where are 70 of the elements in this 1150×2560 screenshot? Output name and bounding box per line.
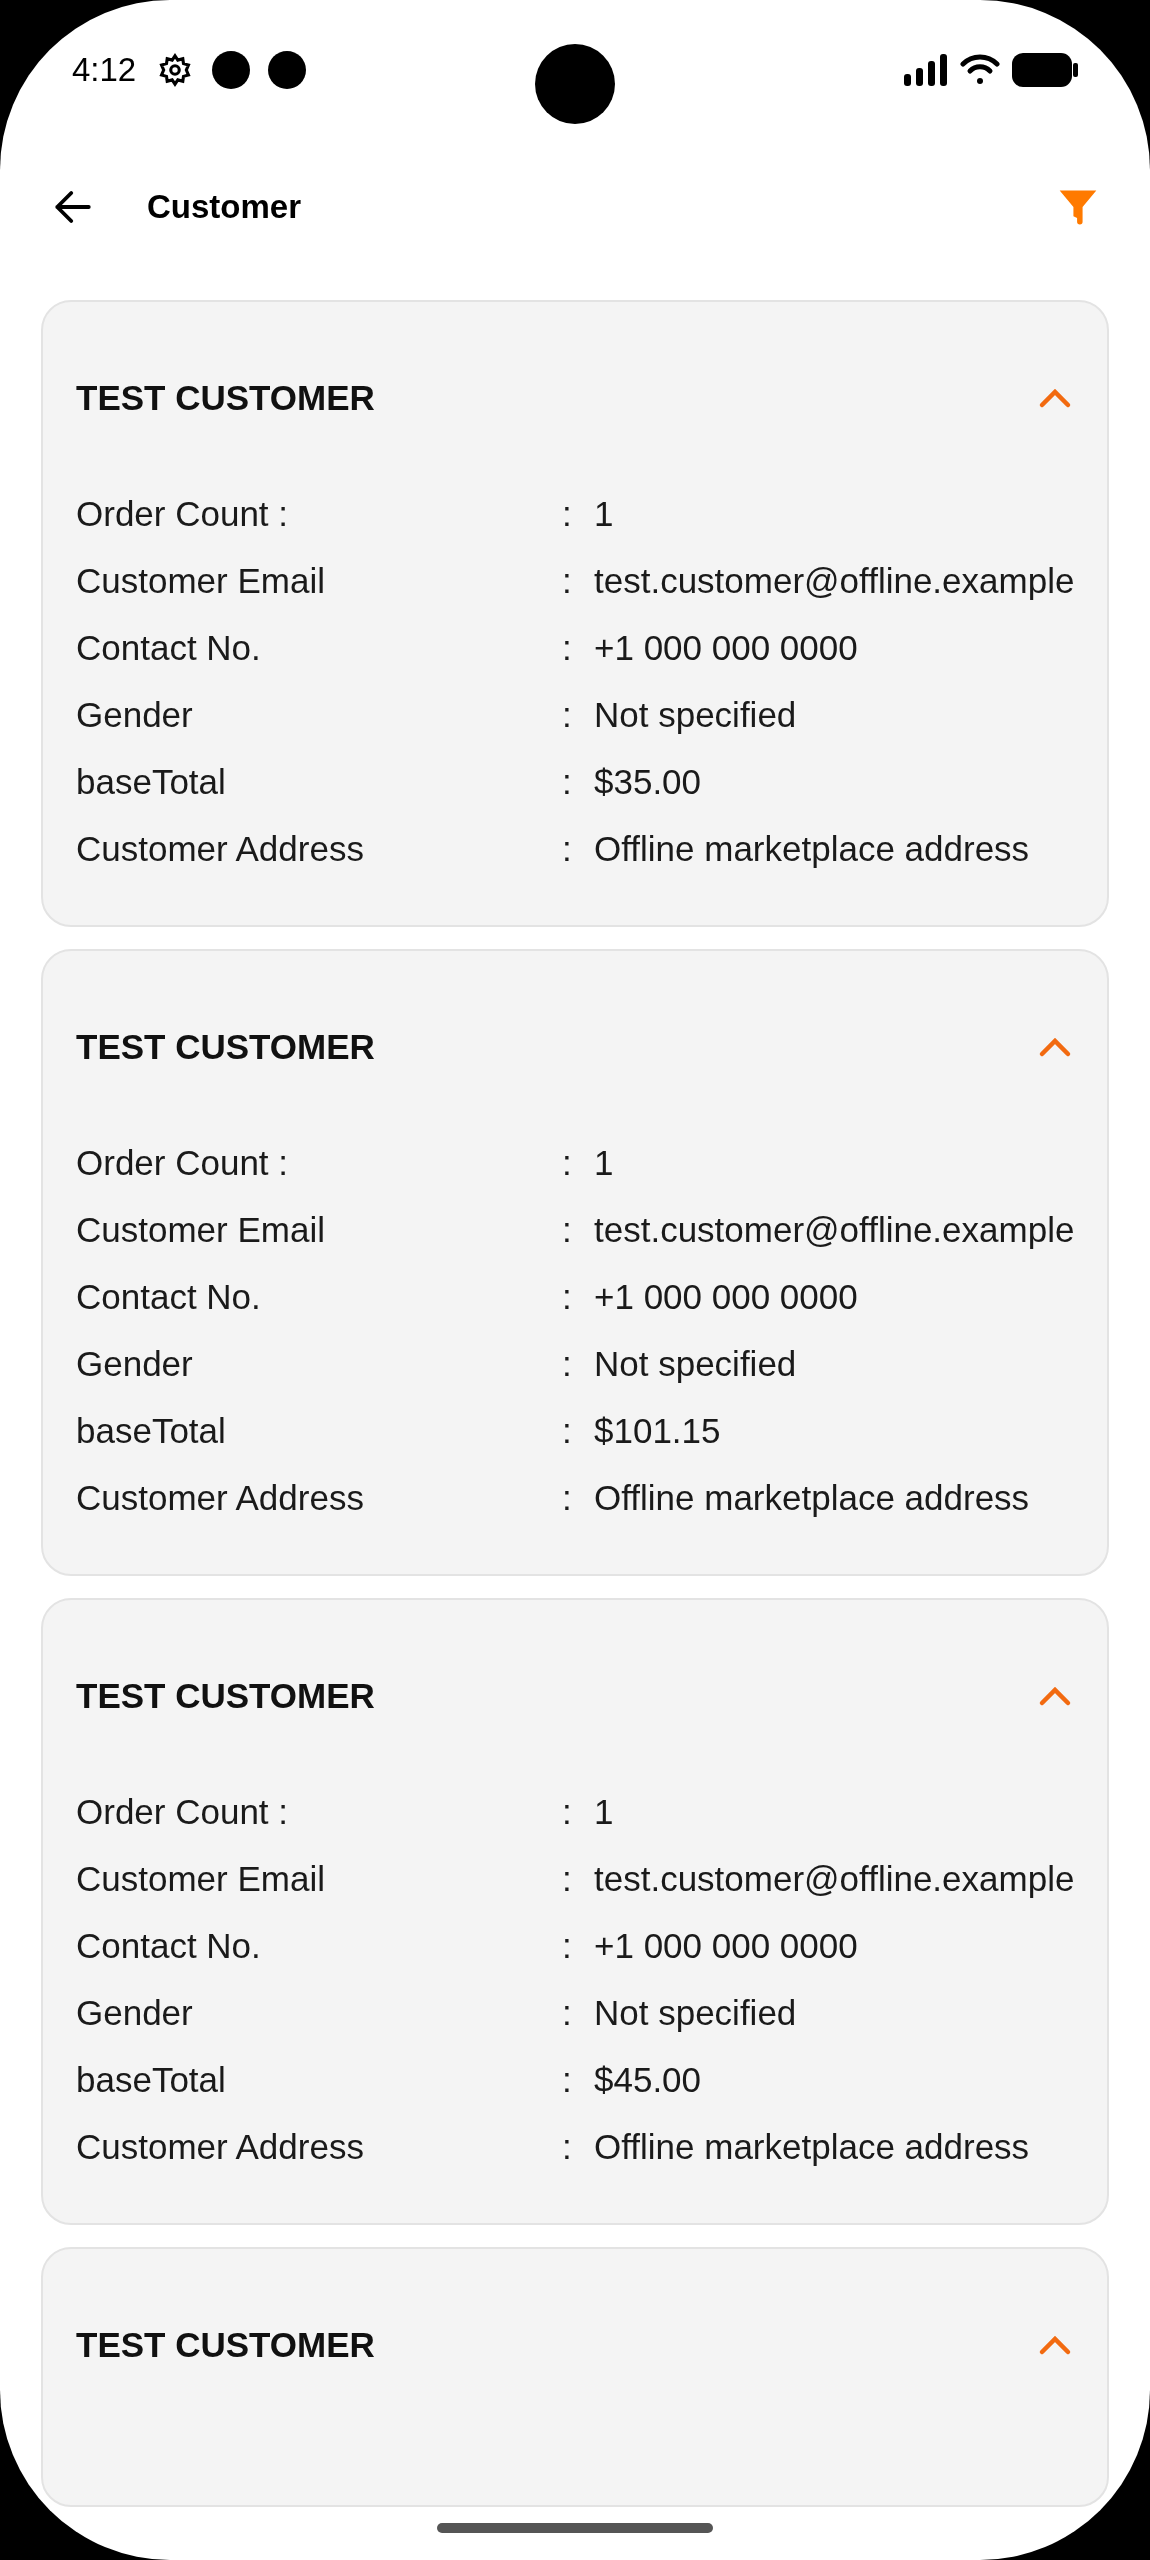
field-label: baseTotal <box>76 761 227 803</box>
page-title: Customer <box>147 187 302 228</box>
separator-colon: : <box>562 761 573 803</box>
field-label: Gender <box>76 1343 194 1385</box>
separator-colon: : <box>562 1343 573 1385</box>
separator-colon: : <box>562 560 573 602</box>
chevron-up-icon <box>1038 387 1072 409</box>
signal-icon <box>904 54 948 86</box>
field-label: Contact No. <box>76 1925 262 1967</box>
field-value: $45.00 <box>594 2059 703 2101</box>
field-value: 1 <box>594 493 615 535</box>
chevron-up-icon <box>1038 1036 1072 1058</box>
field-label: Order Count : <box>76 493 290 535</box>
separator-colon: : <box>562 1142 573 1184</box>
field-value: 1 <box>594 1142 615 1184</box>
field-label: Gender <box>76 1992 194 2034</box>
customer-name: TEST CUSTOMER <box>76 2324 375 2366</box>
battery-icon <box>1012 53 1078 87</box>
customer-name: TEST CUSTOMER <box>76 1026 375 1068</box>
field-value: test.customer@offline.example <box>594 1858 1075 1900</box>
status-time: 4:12 <box>72 50 137 91</box>
separator-colon: : <box>562 1925 573 1967</box>
field-value: 1 <box>594 1791 615 1833</box>
field-value: test.customer@offline.example <box>594 1209 1075 1251</box>
separator-colon: : <box>562 1209 573 1251</box>
separator-colon: : <box>562 1858 573 1900</box>
field-value: $101.15 <box>594 1410 722 1452</box>
field-value: +1 000 000 0000 <box>594 627 859 669</box>
field-value: $35.00 <box>594 761 703 803</box>
separator-colon: : <box>562 1992 573 2034</box>
field-value: Not specified <box>594 1343 798 1385</box>
field-label: Customer Address <box>76 1477 365 1519</box>
separator-colon: : <box>562 1791 573 1833</box>
separator-colon: : <box>562 1276 573 1318</box>
separator-colon: : <box>562 1410 573 1452</box>
separator-colon: : <box>562 828 573 870</box>
field-value: test.customer@offline.example <box>594 560 1075 602</box>
separator-colon: : <box>562 2126 573 2168</box>
field-value: Offline marketplace address <box>594 2126 1031 2168</box>
settings-icon <box>158 53 193 87</box>
field-label: Customer Email <box>76 560 326 602</box>
field-label: baseTotal <box>76 1410 227 1452</box>
field-label: Order Count : <box>76 1791 290 1833</box>
field-label: baseTotal <box>76 2059 227 2101</box>
field-label: Contact No. <box>76 627 262 669</box>
wifi-icon <box>960 54 1000 86</box>
separator-colon: : <box>562 493 573 535</box>
field-label: Order Count : <box>76 1142 290 1184</box>
notification-icon <box>268 51 307 89</box>
field-label: Customer Address <box>76 828 365 870</box>
field-label: Customer Address <box>76 2126 365 2168</box>
field-label: Customer Email <box>76 1858 326 1900</box>
customer-name: TEST CUSTOMER <box>76 1675 375 1717</box>
field-value: Not specified <box>594 1992 798 2034</box>
separator-colon: : <box>562 1477 573 1519</box>
field-value: Offline marketplace address <box>594 828 1031 870</box>
notification-icon <box>212 51 251 89</box>
chevron-up-icon <box>1038 1685 1072 1707</box>
field-label: Customer Email <box>76 1209 326 1251</box>
customer-name: TEST CUSTOMER <box>76 377 375 419</box>
chevron-up-icon <box>1038 2334 1072 2356</box>
separator-colon: : <box>562 694 573 736</box>
separator-colon: : <box>562 2059 573 2101</box>
field-value: +1 000 000 0000 <box>594 1925 859 1967</box>
field-label: Contact No. <box>76 1276 262 1318</box>
field-value: +1 000 000 0000 <box>594 1276 859 1318</box>
field-value: Not specified <box>594 694 798 736</box>
field-label: Gender <box>76 694 194 736</box>
separator-colon: : <box>562 627 573 669</box>
field-value: Offline marketplace address <box>594 1477 1031 1519</box>
